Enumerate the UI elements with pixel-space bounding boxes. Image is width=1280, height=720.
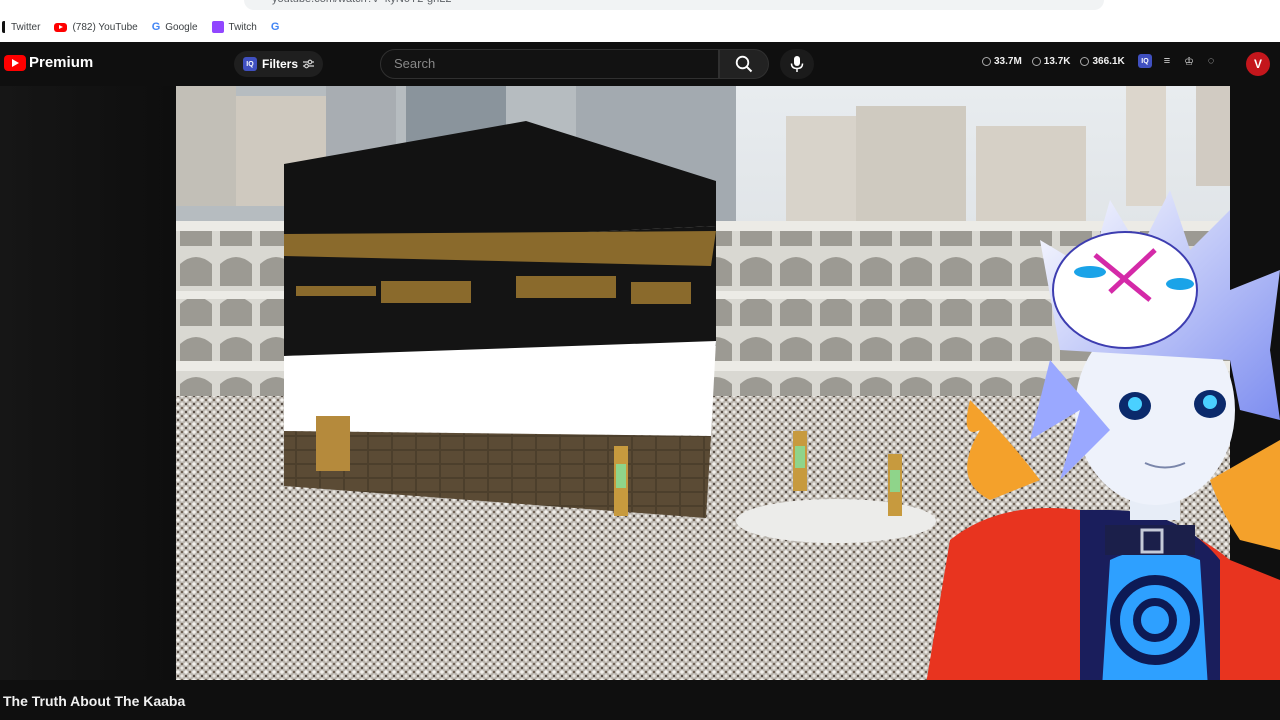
browser-top-bar: youtube.com/watch?v=kyN6Y2-gnL2 <box>0 0 1280 12</box>
menu-lines-icon[interactable]: ≡ <box>1160 54 1174 68</box>
header-actions: IQ ≡ ♔ ◌ <box>1138 54 1218 68</box>
eye-icon <box>1080 57 1090 66</box>
google-icon: G <box>270 21 280 33</box>
youtube-icon <box>54 22 68 32</box>
bookmark-label: Twitter <box>11 21 41 33</box>
search-button[interactable] <box>719 49 769 79</box>
notifications-icon[interactable]: ◌ <box>1204 54 1218 68</box>
trophy-icon[interactable]: ♔ <box>1182 54 1196 68</box>
bookmark-label: Google <box>165 21 198 33</box>
bookmark-google-2[interactable]: G <box>271 21 280 33</box>
bookmark-twitter[interactable]: Twitter <box>2 21 40 33</box>
bookmarks-bar: Twitter (782) YouTube G Google Twitch G <box>0 12 1280 42</box>
microphone-icon <box>790 56 804 72</box>
video-info: The Truth About The Kaaba <box>0 680 1280 720</box>
eye-icon <box>1031 57 1041 66</box>
search-icon <box>735 55 753 73</box>
stat-value: 33.7M <box>994 56 1022 67</box>
youtube-header: Premium IQ Filters Search 33.7M 13.7K 36… <box>0 42 1280 86</box>
bookmark-label: Twitch <box>228 21 257 33</box>
iq-icon: IQ <box>243 57 257 71</box>
left-panel <box>0 86 176 680</box>
address-bar[interactable]: youtube.com/watch?v=kyN6Y2-gnL2 <box>244 0 1104 10</box>
youtube-logo-icon <box>4 54 26 71</box>
bookmark-google[interactable]: G Google <box>152 21 198 33</box>
bookmark-label: (782) YouTube <box>72 21 138 33</box>
twitch-icon <box>211 21 224 33</box>
google-icon: G <box>151 21 161 33</box>
stat-subscribers: 366.1K <box>1080 56 1125 67</box>
stat-views: 13.7K <box>1031 56 1071 67</box>
twitter-icon <box>2 21 6 33</box>
iq-icon[interactable]: IQ <box>1138 54 1152 68</box>
filters-button[interactable]: IQ Filters <box>234 51 324 77</box>
filters-label: Filters <box>262 57 299 71</box>
sliders-icon <box>303 59 315 69</box>
search-input[interactable]: Search <box>380 49 719 79</box>
vtuber-avatar <box>920 190 1280 720</box>
voice-search-button[interactable] <box>780 49 814 79</box>
stat-value: 13.7K <box>1043 56 1071 67</box>
avatar[interactable]: V <box>1246 52 1270 76</box>
stat-value: 366.1K <box>1092 56 1125 67</box>
video-title: The Truth About The Kaaba <box>3 693 186 709</box>
youtube-premium-logo[interactable]: Premium <box>4 54 93 71</box>
logo-text: Premium <box>29 54 94 71</box>
bookmark-youtube[interactable]: (782) YouTube <box>54 21 138 33</box>
stat-watch-time: 33.7M <box>982 56 1022 67</box>
bookmark-twitch[interactable]: Twitch <box>211 21 257 33</box>
channel-stats: 33.7M 13.7K 366.1K <box>982 56 1125 67</box>
clock-icon <box>982 57 991 66</box>
